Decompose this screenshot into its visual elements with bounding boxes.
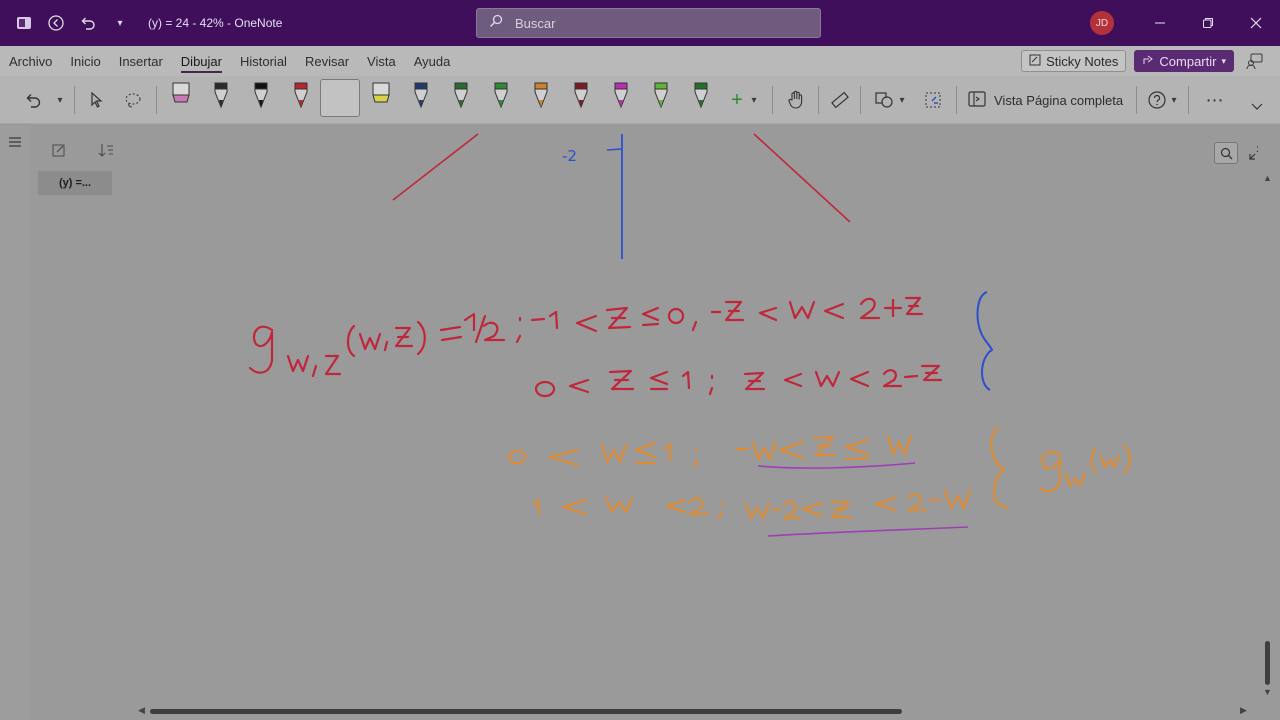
vertical-scroll-thumb[interactable] [1265,641,1270,685]
scroll-down-icon[interactable]: ▼ [1263,687,1272,697]
shapes-icon[interactable] [872,80,896,120]
tab-historial[interactable]: Historial [231,46,296,76]
pen-forest-icon[interactable] [686,80,716,116]
separator [956,86,957,114]
title-bar: ▾ (y) = 24 - 42% - OneNote Buscar JD [0,0,1280,46]
pan-hand-icon[interactable] [784,80,808,120]
ink-blue-brace [976,291,994,391]
collapse-ribbon-icon[interactable] [1248,90,1266,124]
lasso-select-icon[interactable] [120,80,146,120]
onenote-window: ▾ (y) = 24 - 42% - OneNote Buscar JD Arc… [0,0,1280,720]
shapes-dropdown-icon[interactable]: ▾ [896,80,908,120]
scroll-up-icon[interactable]: ▲ [1263,173,1272,183]
tab-archivo[interactable]: Archivo [0,46,61,76]
ink-red-diagonal-right [753,133,851,223]
help-icon[interactable] [1146,80,1168,120]
pen-dark-red-icon[interactable] [566,80,596,116]
more-options-icon[interactable]: ⋯ [1200,80,1230,120]
vertical-scrollbar[interactable]: ▲ ▼ [1258,125,1280,720]
share-label: Compartir [1159,53,1217,69]
horizontal-scroll-thumb[interactable] [150,709,902,714]
sticky-notes-label: Sticky Notes [1046,53,1119,69]
pen-dark-green-icon[interactable] [446,80,476,116]
horizontal-scrollbar[interactable]: ◀ ▶ [130,703,1258,720]
ink-blue-tick [606,148,622,151]
restore-button[interactable] [1184,0,1232,46]
tab-insertar[interactable]: Insertar [110,46,172,76]
onenote-app-icon [14,13,34,33]
separator [860,86,861,114]
add-pen-icon[interactable]: + [726,80,748,120]
full-page-view-label: Vista Página completa [994,92,1124,108]
tab-revisar[interactable]: Revisar [296,46,358,76]
pen-green-icon[interactable] [486,80,516,116]
ink-formula-red [248,296,943,398]
select-icon[interactable] [84,80,110,120]
zoom-search-button[interactable] [1214,142,1238,164]
pen-black-outline-icon[interactable] [206,80,236,116]
add-page-icon[interactable] [52,143,66,160]
search-box[interactable]: Buscar [476,8,821,38]
search-placeholder: Buscar [515,15,556,31]
ink-tick-label: -2 [562,147,577,165]
pen-black-icon[interactable] [246,80,276,116]
tab-ayuda[interactable]: Ayuda [405,46,460,76]
navigation-pane [0,125,30,720]
highlighter-pink-pen-icon[interactable] [166,80,196,116]
add-pen-dropdown-icon[interactable]: ▾ [748,80,760,120]
pen-magenta-icon[interactable] [606,80,636,116]
ink-to-shape-icon[interactable] [920,80,946,120]
undo-icon[interactable] [78,13,98,33]
chevron-down-icon: ▾ [1221,55,1226,66]
sticky-notes-button[interactable]: Sticky Notes [1021,50,1127,72]
page-tab-current[interactable]: (y) =... [38,171,112,195]
full-page-view-icon [968,90,986,110]
ink-purple-underline-2 [767,526,969,537]
highlighter-yellow-pen-icon[interactable] [366,80,396,116]
page-list: (y) =... [30,125,130,720]
window-title: (y) = 24 - 42% - OneNote [148,16,283,30]
pen-orange-icon[interactable] [526,80,556,116]
full-page-view-button[interactable]: Vista Página completa [968,80,1123,120]
sticky-note-icon [1029,54,1041,69]
minimize-button[interactable] [1136,0,1184,46]
pen-red-icon[interactable] [286,80,316,116]
ribbon-tabs: Archivo Inicio Insertar Dibujar Historia… [0,46,1280,76]
share-icon [1142,54,1154,69]
back-icon[interactable] [46,13,66,33]
note-canvas[interactable]: -2 [130,125,1258,703]
tab-inicio[interactable]: Inicio [61,46,109,76]
separator [156,86,157,114]
scroll-left-icon[interactable]: ◀ [138,705,145,716]
customize-quick-access-icon[interactable]: ▾ [110,13,130,33]
separator [1188,86,1189,114]
avatar[interactable]: JD [1090,11,1114,35]
ruler-icon[interactable] [828,80,852,120]
ink-formula-orange [508,427,1131,519]
feedback-icon[interactable] [1242,52,1268,70]
help-dropdown-icon[interactable]: ▾ [1168,80,1180,120]
pen-navy-icon[interactable] [406,80,436,116]
tab-vista[interactable]: Vista [358,46,405,76]
hamburger-menu-icon[interactable] [8,135,22,151]
separator [1136,86,1137,114]
sort-pages-icon[interactable] [98,143,114,160]
close-button[interactable] [1232,0,1280,46]
draw-ribbon: ▾ + ▾ ▾ Vista Página completa ▾ ⋯ [0,76,1280,124]
separator [818,86,819,114]
selected-pen-frame [320,79,360,117]
undo-ribbon-icon[interactable] [20,80,46,120]
tab-dibujar[interactable]: Dibujar [172,46,231,76]
ink-drawing: -2 [248,133,1131,537]
search-icon [489,14,503,33]
ink-red-diagonal-left [392,133,479,201]
pen-lime-marker-icon[interactable] [646,80,676,116]
scroll-right-icon[interactable]: ▶ [1240,705,1247,716]
undo-dropdown-icon[interactable]: ▾ [52,80,68,120]
separator [772,86,773,114]
ink-purple-underline-1 [757,462,916,469]
separator [74,86,75,114]
share-button[interactable]: Compartir ▾ [1134,50,1234,72]
